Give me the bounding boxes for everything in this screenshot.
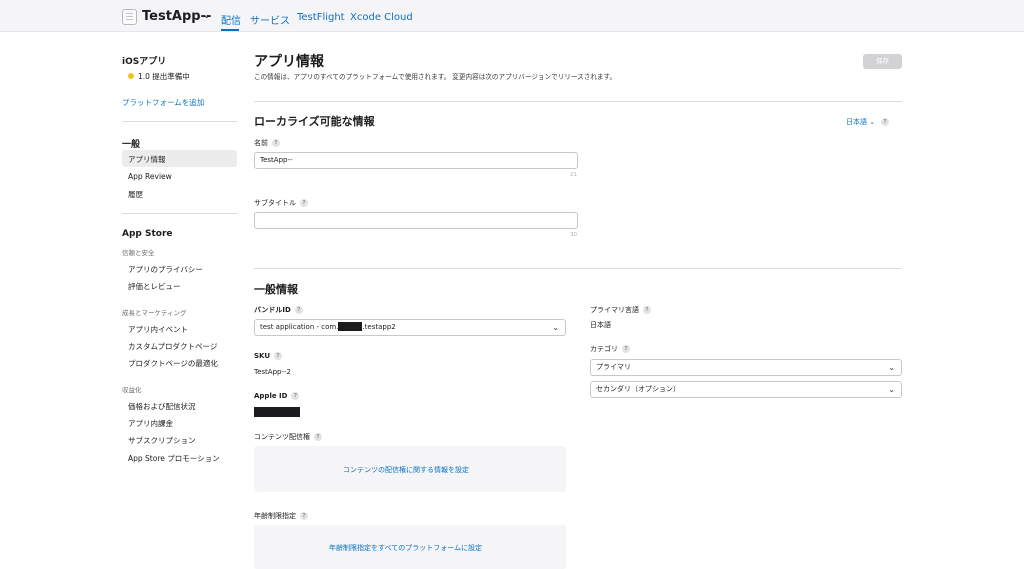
help-icon[interactable]: ? bbox=[294, 306, 303, 314]
help-icon[interactable]: ? bbox=[881, 118, 889, 126]
sidebar-appstore-title: App Store bbox=[122, 229, 173, 239]
tab-distribution[interactable]: 配信 bbox=[221, 12, 241, 27]
category-label-text: カテゴリ bbox=[590, 345, 618, 353]
sidebar-item-app-review[interactable]: App Review bbox=[128, 172, 172, 181]
help-icon[interactable]: ? bbox=[272, 139, 280, 147]
app-name[interactable]: TestApp-- bbox=[142, 9, 211, 24]
primary-language-label: プライマリ言語? bbox=[590, 305, 651, 315]
content-rights-label: コンテンツ配信権? bbox=[254, 432, 322, 442]
section-divider bbox=[254, 268, 902, 269]
bundle-id-suffix: .testapp2 bbox=[362, 323, 396, 331]
app-icon bbox=[122, 9, 137, 25]
sidebar-group-growth: 成長とマーケティング bbox=[122, 309, 187, 317]
sidebar-item-history[interactable]: 履歴 bbox=[128, 189, 143, 200]
subtitle-label: サブタイトル? bbox=[254, 198, 308, 208]
add-platform-link[interactable]: プラットフォームを追加 bbox=[122, 97, 204, 108]
help-icon[interactable]: ? bbox=[622, 345, 630, 353]
help-icon[interactable]: ? bbox=[300, 512, 308, 520]
bundle-id-select[interactable]: test application - com. .testapp2 ⌄ bbox=[254, 319, 566, 336]
help-icon[interactable]: ? bbox=[643, 306, 651, 314]
section-divider bbox=[254, 101, 902, 102]
subtitle-label-text: サブタイトル bbox=[254, 199, 296, 207]
sidebar-item-in-app-events[interactable]: アプリ内イベント bbox=[128, 324, 188, 335]
chevron-down-icon: ⌄ bbox=[888, 363, 895, 372]
name-label-text: 名前 bbox=[254, 139, 268, 147]
sidebar-item-privacy[interactable]: アプリのプライバシー bbox=[128, 264, 203, 275]
age-rating-link[interactable]: 年齢制限指定をすべてのプラットフォームに設定 bbox=[329, 543, 482, 553]
language-selector[interactable]: 日本語 ⌄ bbox=[846, 117, 875, 127]
primary-language-label-text: プライマリ言語 bbox=[590, 306, 639, 314]
primary-category-value: プライマリ bbox=[596, 363, 631, 371]
age-rating-label-text: 年齢制限指定 bbox=[254, 512, 296, 520]
sidebar-item-pricing[interactable]: 価格および配信状況 bbox=[128, 401, 196, 412]
secondary-category-select[interactable]: セカンダリ（オプション） ⌄ bbox=[590, 381, 902, 398]
general-section-title: 一般情報 bbox=[254, 283, 298, 296]
help-icon[interactable]: ? bbox=[291, 392, 300, 400]
bundle-id-label: バンドルID? bbox=[254, 305, 303, 315]
page-subtitle: この情報は、アプリのすべてのプラットフォームで使用されます。 変更内容は次のアプ… bbox=[254, 73, 617, 81]
chevron-down-icon: ⌄ bbox=[869, 118, 876, 126]
name-field[interactable]: TestApp-- bbox=[254, 152, 578, 169]
redacted-block bbox=[338, 322, 363, 331]
content-rights-link[interactable]: コンテンツの配信権に関する情報を設定 bbox=[343, 465, 469, 475]
chevron-down-icon[interactable]: ⌄ bbox=[203, 11, 211, 21]
sku-value: TestApp--2 bbox=[254, 368, 291, 376]
name-label: 名前? bbox=[254, 138, 280, 148]
sidebar-item-app-info[interactable]: アプリ情報 bbox=[128, 154, 166, 165]
secondary-category-value: セカンダリ（オプション） bbox=[596, 385, 680, 393]
apple-id-label-text: Apple ID bbox=[254, 392, 288, 400]
sidebar-item-product-page-optimization[interactable]: プロダクトページの最適化 bbox=[128, 358, 218, 369]
sidebar-general-title: 一般 bbox=[122, 140, 141, 150]
chevron-down-icon: ⌄ bbox=[888, 385, 895, 394]
help-icon[interactable]: ? bbox=[274, 352, 283, 360]
status-dot-icon bbox=[128, 73, 134, 79]
page-title: アプリ情報 bbox=[254, 54, 324, 70]
apple-id-label: Apple ID? bbox=[254, 392, 300, 400]
sidebar-item-custom-product-page[interactable]: カスタムプロダクトページ bbox=[128, 341, 217, 352]
sidebar-item-in-app-purchase[interactable]: アプリ内課金 bbox=[128, 418, 173, 429]
name-char-counter: 21 bbox=[570, 172, 577, 178]
sidebar-group-monetize: 収益化 bbox=[122, 386, 142, 394]
sidebar-item-app-store-promotion[interactable]: App Store プロモーション bbox=[128, 453, 220, 464]
primary-language-value[interactable]: 日本語 bbox=[590, 320, 611, 330]
language-selector-label: 日本語 bbox=[846, 118, 867, 126]
tab-services[interactable]: サービス bbox=[250, 12, 290, 27]
sidebar-divider bbox=[122, 213, 237, 214]
sidebar-divider bbox=[122, 121, 237, 122]
subtitle-field[interactable] bbox=[254, 212, 578, 229]
tab-testflight[interactable]: TestFlight bbox=[297, 12, 345, 23]
redacted-apple-id bbox=[254, 407, 300, 417]
chevron-down-icon: ⌄ bbox=[552, 323, 559, 332]
top-bar: TestApp-- ⌄ 配信 サービス TestFlight Xcode Clo… bbox=[0, 0, 1024, 32]
sidebar-platform-title: iOSアプリ bbox=[122, 57, 167, 67]
bundle-id-prefix: test application - com. bbox=[260, 323, 339, 331]
tab-xcode-cloud[interactable]: Xcode Cloud bbox=[350, 12, 413, 23]
sidebar-item-version[interactable]: 1.0 提出準備中 bbox=[138, 71, 190, 82]
primary-category-select[interactable]: プライマリ ⌄ bbox=[590, 359, 902, 376]
subtitle-char-counter: 30 bbox=[570, 232, 577, 238]
help-icon[interactable]: ? bbox=[300, 199, 308, 207]
sidebar-item-subscriptions[interactable]: サブスクリプション bbox=[128, 435, 196, 446]
bundle-id-label-text: バンドルID bbox=[254, 306, 291, 314]
content-rights-label-text: コンテンツ配信権 bbox=[254, 433, 310, 441]
sidebar-group-trust: 信頼と安全 bbox=[122, 249, 155, 257]
active-tab-indicator bbox=[221, 29, 239, 31]
help-icon[interactable]: ? bbox=[314, 433, 322, 441]
sidebar-item-ratings[interactable]: 評価とレビュー bbox=[128, 281, 181, 292]
category-label: カテゴリ? bbox=[590, 344, 630, 354]
save-button[interactable]: 保存 bbox=[863, 54, 902, 69]
age-rating-label: 年齢制限指定? bbox=[254, 511, 308, 521]
sku-label-text: SKU bbox=[254, 352, 271, 360]
localizable-section-title: ローカライズ可能な情報 bbox=[254, 115, 375, 128]
sku-label: SKU? bbox=[254, 352, 283, 360]
